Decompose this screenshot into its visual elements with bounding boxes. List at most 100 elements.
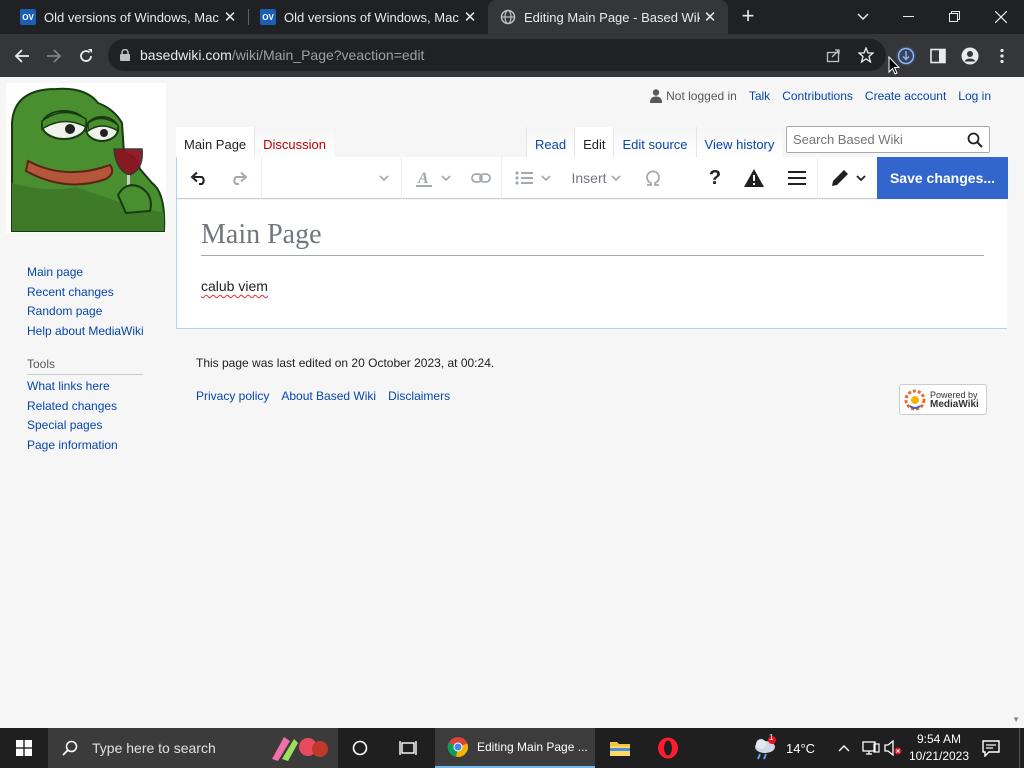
site-favicon-icon: OV — [260, 9, 276, 25]
taskbar-search-placeholder: Type here to search — [92, 740, 216, 756]
sidebar-tools-heading: Tools — [27, 357, 143, 375]
browser-toolbar: basedwiki.com/wiki/Main_Page?veaction=ed… — [0, 34, 1024, 77]
tab-title: Editing Main Page - Based Wiki — [524, 9, 700, 25]
text-style-dropdown[interactable]: A — [409, 157, 457, 199]
browser-tab-active[interactable]: Editing Main Page - Based Wiki ✕ — [488, 0, 728, 34]
address-bar[interactable]: basedwiki.com/wiki/Main_Page?veaction=ed… — [108, 39, 886, 71]
page-options-menu-icon[interactable] — [781, 157, 813, 199]
tab-read[interactable]: Read — [526, 127, 575, 158]
back-icon[interactable] — [8, 42, 36, 70]
tab-edit[interactable]: Edit — [574, 127, 614, 158]
close-tab-icon[interactable]: ✕ — [700, 7, 720, 27]
chevron-up-icon — [838, 745, 850, 752]
toolbar-divider — [261, 157, 262, 199]
tab-discussion[interactable]: Discussion — [254, 127, 335, 158]
taskbar-app-label: Editing Main Page ... — [477, 740, 588, 754]
close-window-icon[interactable] — [978, 0, 1024, 34]
chrome-icon — [447, 737, 468, 757]
more-menu-icon[interactable] — [990, 44, 1014, 68]
contributions-link[interactable]: Contributions — [782, 89, 853, 103]
toolbar-divider — [817, 157, 818, 199]
redo-icon[interactable] — [223, 157, 255, 199]
lock-icon[interactable] — [120, 49, 130, 61]
mouse-pointer-icon — [888, 55, 901, 80]
edit-mode-switch[interactable] — [823, 157, 873, 199]
disclaimers-link[interactable]: Disclaimers — [388, 389, 450, 403]
sidebar-item-help[interactable]: Help about MediaWiki — [27, 322, 144, 342]
tab-view-history[interactable]: View history — [695, 127, 783, 158]
profile-icon[interactable] — [958, 44, 982, 68]
namespace-tabs: Main Page Discussion — [176, 127, 335, 158]
svg-text:A: A — [417, 170, 429, 187]
last-edited-info: This page was last edited on 20 October … — [196, 356, 495, 370]
footer-links: Privacy policy About Based Wiki Disclaim… — [196, 389, 462, 403]
new-tab-icon[interactable]: + — [736, 5, 760, 29]
chevron-down-icon — [541, 175, 551, 181]
save-changes-button[interactable]: Save changes... — [877, 157, 1008, 199]
windows-taskbar: Type here to search Editing Main Page ..… — [0, 728, 1024, 768]
log-in-link[interactable]: Log in — [958, 89, 991, 103]
tab-edit-source[interactable]: Edit source — [613, 127, 696, 158]
windows-start-icon[interactable] — [0, 728, 48, 768]
volume-muted-icon[interactable] — [884, 728, 902, 768]
paragraph-format-dropdown[interactable] — [263, 157, 399, 199]
task-view-icon[interactable] — [384, 728, 432, 768]
sidebar-item-random-page[interactable]: Random page — [27, 302, 144, 322]
warning-icon[interactable] — [737, 157, 771, 199]
sidebar-item-special-pages[interactable]: Special pages — [27, 416, 144, 436]
taskbar-chrome-app[interactable]: Editing Main Page ... — [435, 728, 595, 768]
action-center-icon[interactable] — [982, 728, 1000, 768]
taskbar-search-box[interactable]: Type here to search — [48, 728, 338, 768]
side-panel-icon[interactable] — [926, 44, 950, 68]
sidebar-item-recent-changes[interactable]: Recent changes — [27, 283, 144, 303]
search-icon[interactable] — [967, 132, 983, 148]
tab-title: Old versions of Windows, Mac a — [44, 9, 220, 25]
wiki-page: Not logged in Talk Contributions Create … — [0, 77, 1024, 728]
talk-link[interactable]: Talk — [749, 89, 770, 103]
privacy-policy-link[interactable]: Privacy policy — [196, 389, 269, 403]
content-area: A Insert ? Save changes... Main Page cal… — [176, 157, 1008, 329]
undo-icon[interactable] — [183, 157, 215, 199]
opera-icon[interactable] — [644, 728, 692, 768]
wiki-logo[interactable] — [6, 83, 166, 233]
about-link[interactable]: About Based Wiki — [281, 389, 376, 403]
browser-tab[interactable]: OV Old versions of Windows, Mac a ✕ — [248, 0, 488, 34]
powered-by-mediawiki-badge[interactable]: Powered by MediaWiki — [899, 384, 987, 415]
reload-icon[interactable] — [72, 42, 100, 70]
create-account-link[interactable]: Create account — [865, 89, 946, 103]
toolbar-divider — [501, 157, 502, 199]
special-character-icon[interactable] — [637, 157, 669, 199]
sidebar-item-what-links-here[interactable]: What links here — [27, 377, 144, 397]
mediawiki-flower-icon — [904, 389, 926, 410]
minimize-icon[interactable] — [886, 0, 932, 34]
insert-dropdown[interactable]: Insert — [563, 157, 629, 199]
weather-widget[interactable]: 1 14°C — [752, 728, 815, 768]
show-desktop-button[interactable] — [1019, 728, 1024, 768]
sidebar-item-main-page[interactable]: Main page — [27, 263, 144, 283]
system-clock[interactable]: 9:54 AM 10/21/2023 — [905, 731, 973, 765]
link-icon[interactable] — [465, 157, 497, 199]
help-icon[interactable]: ? — [699, 157, 731, 199]
weather-temperature: 14°C — [786, 740, 816, 756]
cortana-icon[interactable] — [336, 728, 384, 768]
close-tab-icon[interactable]: ✕ — [460, 7, 480, 27]
show-hidden-icons[interactable] — [838, 728, 850, 768]
tab-main-page[interactable]: Main Page — [176, 127, 255, 158]
browser-tab[interactable]: OV Old versions of Windows, Mac a ✕ — [8, 0, 248, 34]
close-tab-icon[interactable]: ✕ — [220, 7, 240, 27]
chevron-down-icon — [379, 175, 389, 181]
tab-search-icon[interactable] — [840, 0, 886, 34]
network-icon[interactable] — [862, 728, 880, 768]
file-explorer-icon[interactable] — [596, 728, 644, 768]
list-dropdown[interactable] — [509, 157, 557, 199]
notification-badge: 1 — [769, 733, 774, 742]
bookmark-star-icon[interactable] — [856, 45, 876, 65]
share-icon[interactable] — [824, 45, 844, 65]
sidebar-item-related-changes[interactable]: Related changes — [27, 397, 144, 417]
editable-body-text[interactable]: calub viem — [201, 278, 268, 294]
scroll-down-arrow-icon[interactable]: ▼ — [1012, 715, 1020, 724]
restore-icon[interactable] — [932, 0, 978, 34]
wiki-search-input[interactable] — [793, 132, 963, 147]
forward-icon[interactable] — [40, 42, 68, 70]
sidebar-item-page-information[interactable]: Page information — [27, 436, 144, 456]
